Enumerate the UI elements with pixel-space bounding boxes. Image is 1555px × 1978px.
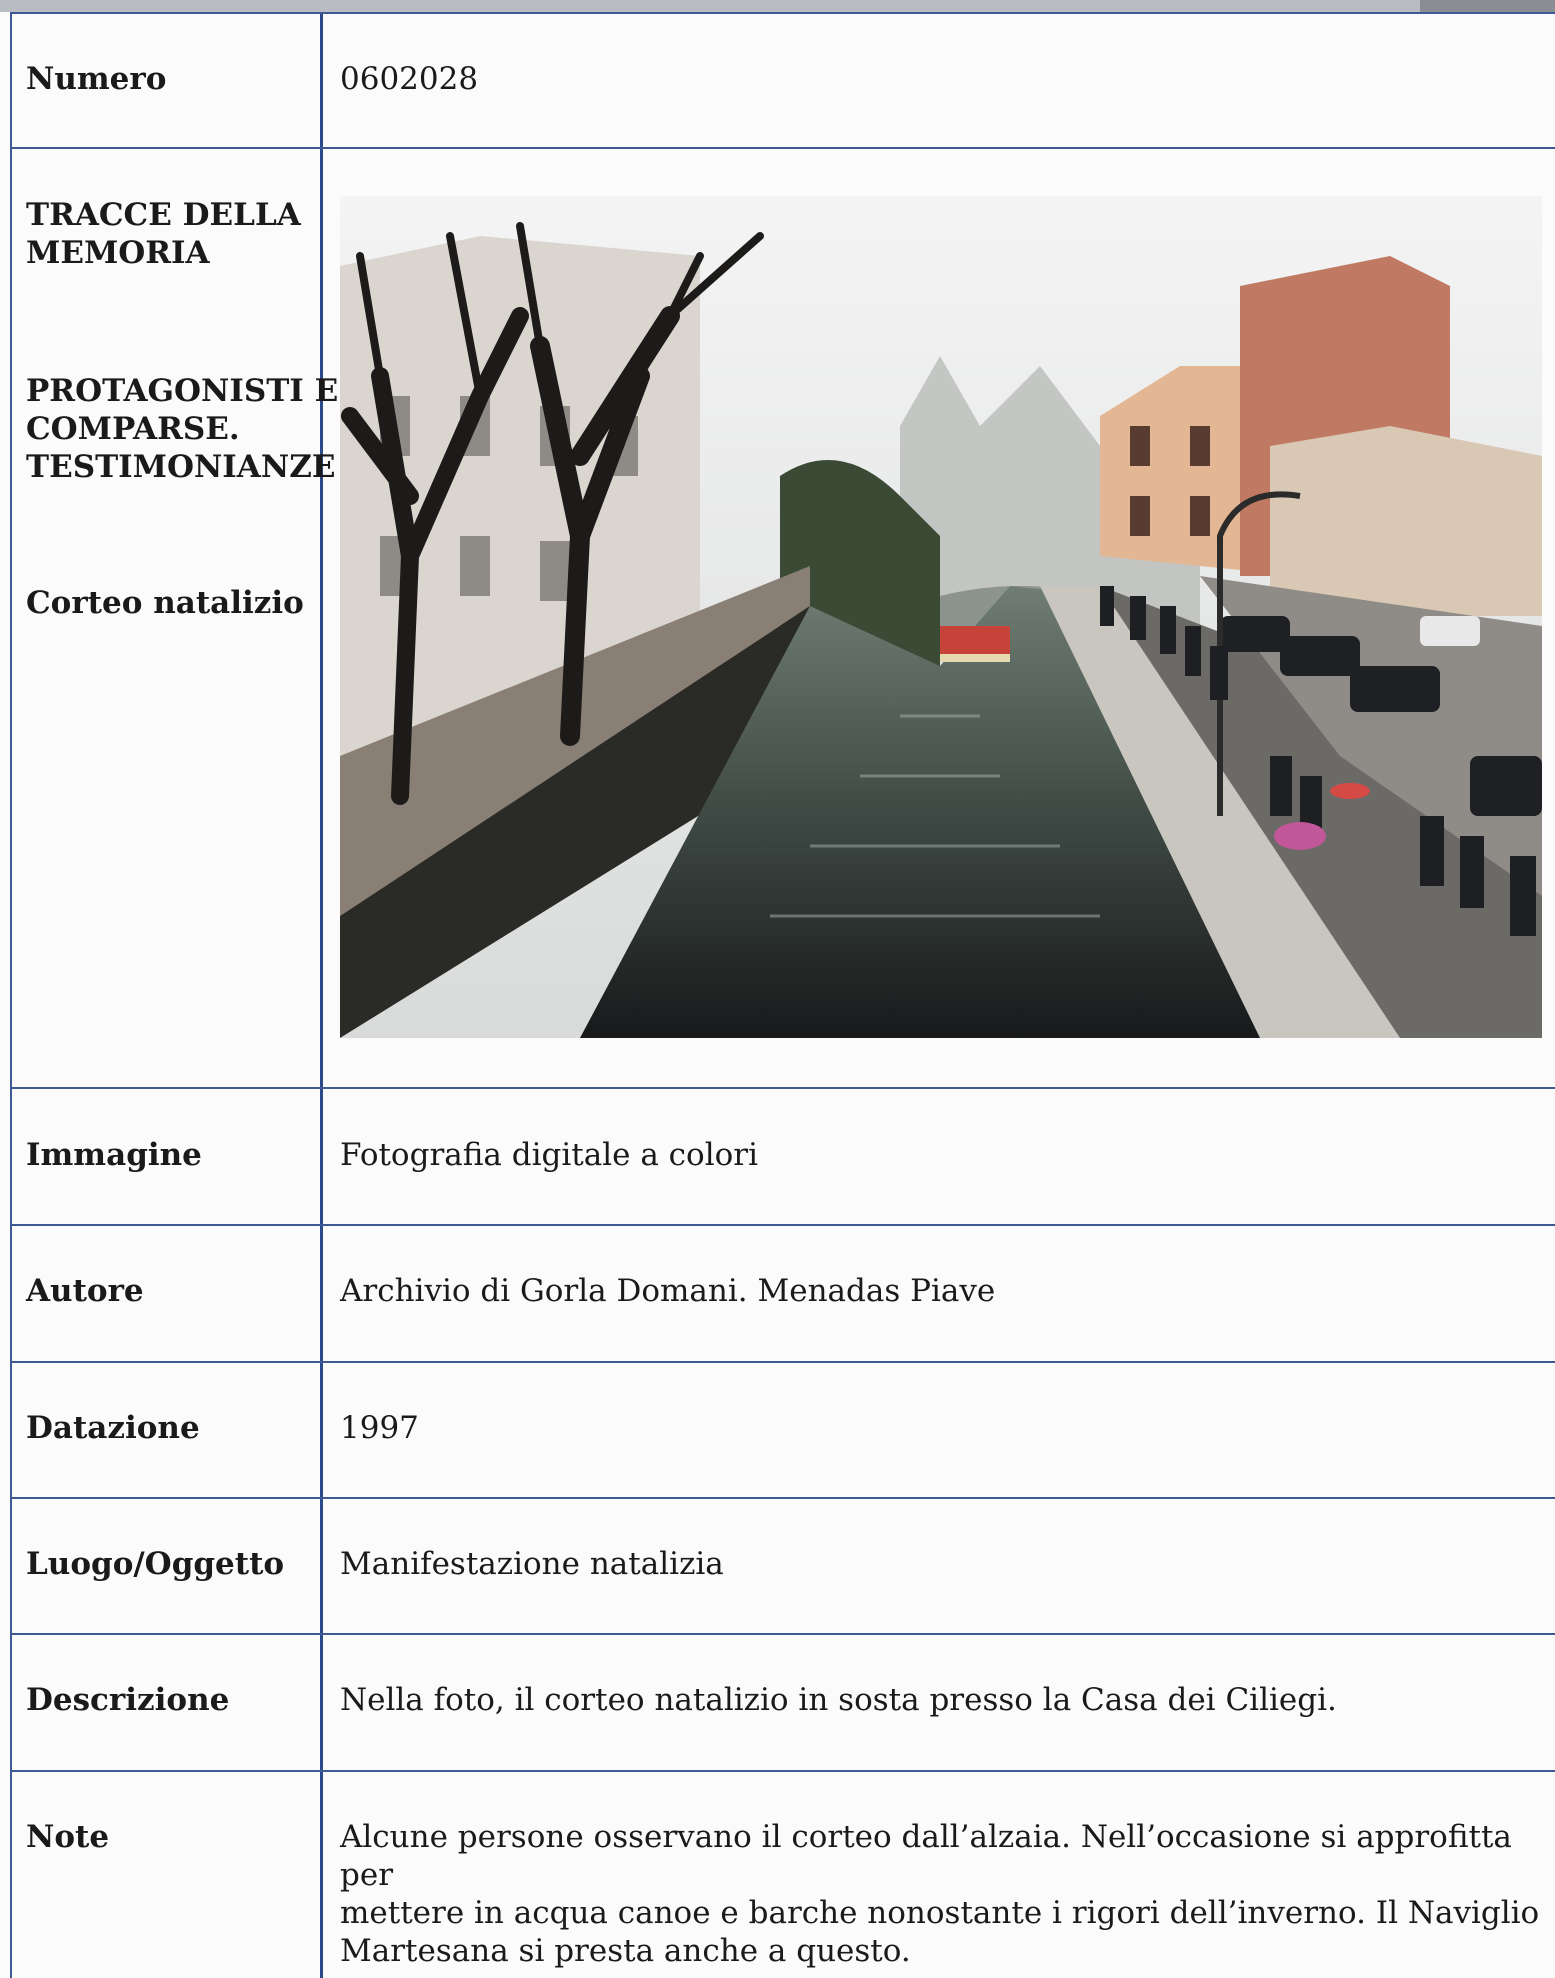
row-divider [10,12,1555,14]
row-divider [10,1087,1555,1089]
column-divider [320,12,323,1978]
numero-value: 0602028 [340,61,479,97]
section-heading: TRACCE DELLA MEMORIA [26,197,301,271]
row-divider [10,1224,1555,1226]
canal-photo [340,196,1542,1038]
section-subheading: PROTAGONISTI E COMPARSE. TESTIMONIANZE [26,373,339,485]
table-left-border [10,12,12,1978]
datazione-value: 1997 [340,1410,419,1446]
section-title: Corteo natalizio [26,585,304,621]
immagine-value: Fotografia digitale a colori [340,1137,759,1173]
note-value: Alcune persone osservano il corteo dall’… [340,1819,1540,1969]
photo-image [340,196,1542,1038]
luogo-value: Manifestazione natalizia [340,1546,724,1582]
autore-label: Autore [26,1273,144,1309]
immagine-label: Immagine [26,1137,202,1173]
descrizione-label: Descrizione [26,1682,230,1718]
luogo-label: Luogo/Oggetto [26,1546,285,1582]
row-divider [10,1497,1555,1499]
row-divider [10,1633,1555,1635]
row-divider [10,147,1555,149]
note-label: Note [26,1819,110,1855]
datazione-label: Datazione [26,1410,200,1446]
scrollbar-thumb[interactable] [1420,0,1555,12]
descrizione-value: Nella foto, il corteo natalizio in sosta… [340,1682,1337,1718]
numero-label: Numero [26,61,167,97]
row-divider [10,1770,1555,1772]
row-divider [10,1361,1555,1363]
autore-value: Archivio di Gorla Domani. Menadas Piave [340,1273,996,1309]
top-scrollbar[interactable] [0,0,1555,12]
